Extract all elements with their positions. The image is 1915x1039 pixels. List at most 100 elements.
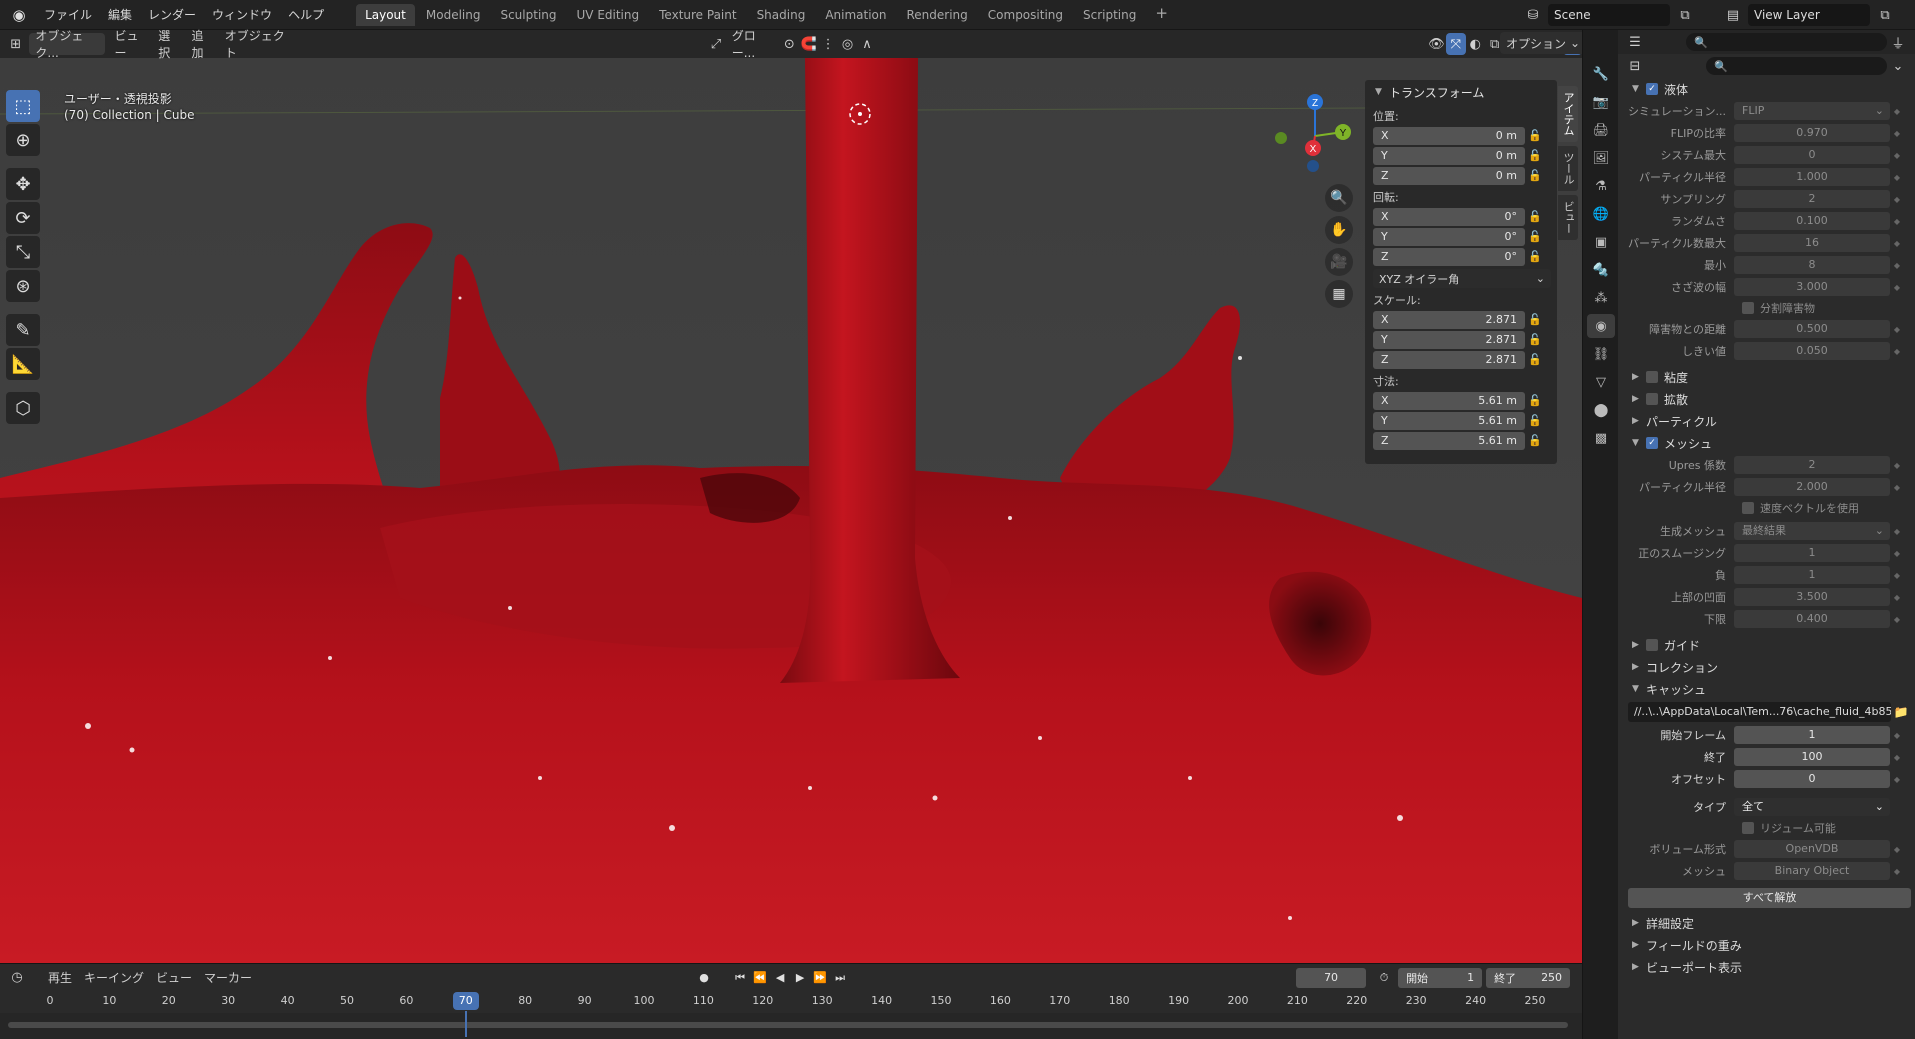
keyframe-dot-icon[interactable]: ◆ <box>1890 483 1904 492</box>
current-frame-marker[interactable]: 70 <box>452 992 479 1010</box>
lock-icon[interactable]: 🔓 <box>1525 313 1545 326</box>
scale-y-field[interactable]: Y 2.871 <box>1373 330 1525 349</box>
property-select[interactable]: 最終結果 ⌄ <box>1734 522 1890 540</box>
keyframe-dot-icon[interactable]: ◆ <box>1890 867 1904 876</box>
property-field[interactable]: 3.500 <box>1734 588 1890 606</box>
physics-properties-icon[interactable]: ◉ <box>1587 314 1615 338</box>
add-workspace-icon[interactable]: + <box>1147 4 1176 26</box>
pan-hand-icon[interactable]: ✋ <box>1325 216 1353 244</box>
menu-view[interactable]: ビュー <box>109 29 153 60</box>
keyframe-dot-icon[interactable]: ◆ <box>1890 239 1904 248</box>
blender-logo-icon[interactable]: ◉ <box>8 4 30 26</box>
timeline-ruler[interactable]: 0 10 20 30 40 50 60 70 80 90 100 110 120 130 140 150 160… <box>0 991 1582 1013</box>
transform-panel-header[interactable]: ▼ トランスフォーム <box>1365 80 1557 104</box>
pin-icon[interactable]: ⌄ <box>1887 55 1909 77</box>
lock-icon[interactable]: 🔓 <box>1525 250 1545 263</box>
outliner-editor-icon[interactable]: ☰ <box>1624 31 1646 53</box>
location-z-field[interactable]: Z 0 m <box>1373 166 1525 185</box>
menu-marker[interactable]: マーカー <box>198 967 258 989</box>
rotate-tool-icon[interactable]: ⟳ <box>6 202 40 234</box>
current-frame-field[interactable]: 70 <box>1296 967 1367 988</box>
view-layer-icon[interactable]: ▤ <box>1722 4 1744 26</box>
keyframe-dot-icon[interactable]: ◆ <box>1890 593 1904 602</box>
subpanel-header[interactable]: ▶ パーティクル <box>1618 410 1915 432</box>
scale-tool-icon[interactable]: ⤡ <box>6 236 40 268</box>
keyframe-dot-icon[interactable]: ◆ <box>1890 753 1904 762</box>
lock-icon[interactable]: 🔓 <box>1525 414 1545 427</box>
navigation-gizmo[interactable]: Z Y X <box>1265 88 1365 178</box>
lock-icon[interactable]: 🔓 <box>1525 394 1545 407</box>
view-layer-properties-icon[interactable]: 🖼 <box>1587 146 1615 170</box>
cache-type-select[interactable]: 全て ⌄ <box>1734 798 1890 816</box>
menu-help[interactable]: ヘルプ <box>280 4 332 26</box>
keyframe-dot-icon[interactable]: ◆ <box>1890 217 1904 226</box>
menu-select[interactable]: 選択 <box>152 29 185 60</box>
particle-properties-icon[interactable]: ⁂ <box>1587 286 1615 310</box>
mesh-panel-header[interactable]: ▼ ✓ メッシュ <box>1618 432 1915 454</box>
keyframe-dot-icon[interactable]: ◆ <box>1890 347 1904 356</box>
speed-vectors-checkbox[interactable] <box>1742 502 1754 514</box>
menu-keying[interactable]: キーイング <box>78 967 150 989</box>
move-tool-icon[interactable]: ✥ <box>6 168 40 200</box>
proportional-edit-icon[interactable]: ◎ <box>838 33 857 55</box>
tab-modeling[interactable]: Modeling <box>417 4 490 26</box>
timeline-editor-icon[interactable]: ◷ <box>6 967 28 989</box>
property-select[interactable]: FLIP ⌄ <box>1734 102 1890 120</box>
play-reverse-icon[interactable]: ◀ <box>770 968 790 988</box>
keyframe-dot-icon[interactable]: ◆ <box>1890 151 1904 160</box>
location-x-field[interactable]: X 0 m <box>1373 126 1525 145</box>
output-properties-icon[interactable]: 🖨 <box>1587 118 1615 142</box>
keyframe-dot-icon[interactable]: ◆ <box>1890 775 1904 784</box>
play-icon[interactable]: ▶ <box>790 968 810 988</box>
select-box-tool-icon[interactable]: ⬚ <box>6 90 40 122</box>
lock-icon[interactable]: 🔓 <box>1525 333 1545 346</box>
keyframe-dot-icon[interactable]: ◆ <box>1890 845 1904 854</box>
menu-timeline-view[interactable]: ビュー <box>150 967 198 989</box>
properties-search-input[interactable]: 🔍 <box>1706 57 1887 75</box>
menu-edit[interactable]: 編集 <box>100 4 140 26</box>
rotation-z-field[interactable]: Z 0° <box>1373 247 1525 266</box>
keyframe-dot-icon[interactable]: ◆ <box>1890 731 1904 740</box>
subpanel-header[interactable]: ▶ ガイド <box>1618 634 1915 656</box>
cache-directory-field[interactable]: //..\..\AppData\Local\Tem...76\cache_flu… <box>1628 702 1891 722</box>
property-field[interactable]: OpenVDB <box>1734 840 1890 858</box>
lock-icon[interactable]: 🔓 <box>1525 230 1545 243</box>
lock-icon[interactable]: 🔓 <box>1525 210 1545 223</box>
keyframe-dot-icon[interactable]: ◆ <box>1890 261 1904 270</box>
property-field[interactable]: 1.000 <box>1734 168 1890 186</box>
location-y-field[interactable]: Y 0 m <box>1373 146 1525 165</box>
annotate-tool-icon[interactable]: ✎ <box>6 314 40 346</box>
tab-rendering[interactable]: Rendering <box>898 4 977 26</box>
start-frame-field[interactable]: 開始 1 <box>1398 967 1483 988</box>
scene-properties-icon[interactable]: ⚗ <box>1587 174 1615 198</box>
tab-tool[interactable]: ツール <box>1558 146 1578 191</box>
tab-shading[interactable]: Shading <box>748 4 815 26</box>
keyframe-dot-icon[interactable]: ◆ <box>1890 173 1904 182</box>
menu-object[interactable]: オブジェクト <box>219 29 295 60</box>
keyframe-dot-icon[interactable]: ◆ <box>1890 325 1904 334</box>
keyframe-dot-icon[interactable]: ◆ <box>1890 527 1904 536</box>
modifier-properties-icon[interactable]: 🔩 <box>1587 258 1615 282</box>
keyframe-dot-icon[interactable]: ◆ <box>1890 283 1904 292</box>
tab-compositing[interactable]: Compositing <box>979 4 1072 26</box>
property-field[interactable]: 2.000 <box>1734 478 1890 496</box>
properties-editor-icon[interactable]: ⊟ <box>1624 55 1646 77</box>
property-field[interactable]: 0 <box>1734 146 1890 164</box>
constraint-properties-icon[interactable]: ⛓ <box>1587 342 1615 366</box>
cache-panel-header[interactable]: ▼ キャッシュ <box>1618 678 1915 700</box>
timeline-scrollbar[interactable] <box>8 1022 1568 1028</box>
pivot-icon[interactable]: ⊙ <box>780 33 799 55</box>
new-scene-icon[interactable]: ⧉ <box>1674 4 1696 26</box>
lock-icon[interactable]: 🔓 <box>1525 149 1545 162</box>
rotation-mode-select[interactable]: XYZ オイラー角 ⌄ <box>1373 269 1551 288</box>
mode-select[interactable]: オブジェク... <box>29 29 105 60</box>
dimensions-z-field[interactable]: Z 5.61 m <box>1373 431 1525 450</box>
property-field[interactable]: 8 <box>1734 256 1890 274</box>
keyframe-dot-icon[interactable]: ◆ <box>1890 107 1904 116</box>
keyframe-dot-icon[interactable]: ◆ <box>1890 571 1904 580</box>
tab-layout[interactable]: Layout <box>356 3 415 26</box>
filter-icon[interactable]: ⏚ <box>1887 31 1909 53</box>
falloff-icon[interactable]: ∧ <box>857 33 876 55</box>
subpanel-checkbox[interactable] <box>1646 639 1658 651</box>
scale-z-field[interactable]: Z 2.871 <box>1373 350 1525 369</box>
